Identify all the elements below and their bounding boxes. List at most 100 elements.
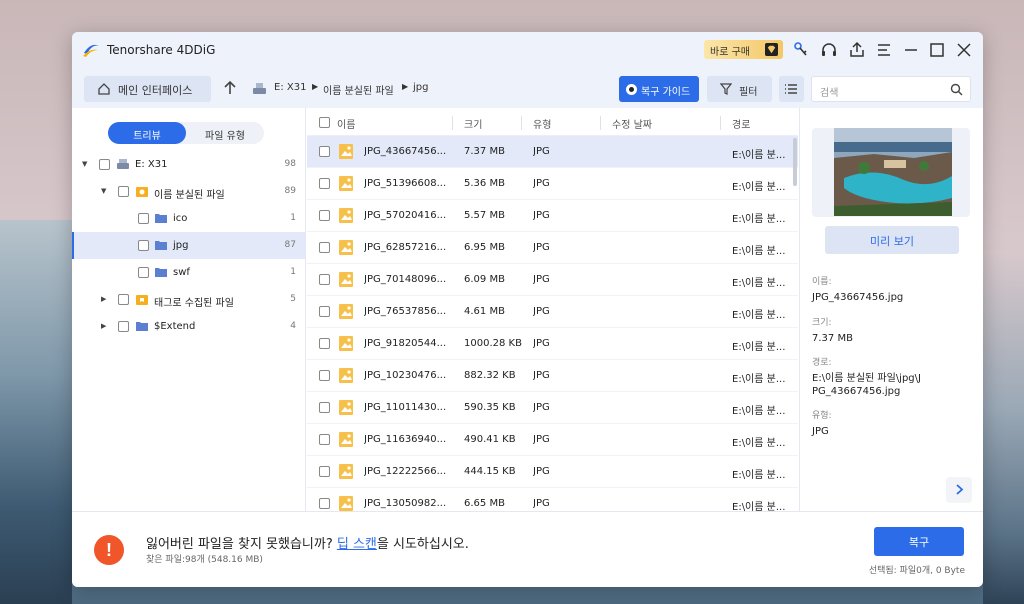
file-row[interactable]: JPG_10230476... 882.32 KB JPG E:\이름 분... — [307, 360, 798, 392]
tree-item-extend[interactable]: ▶ $Extend 4 — [72, 313, 306, 340]
main-interface-button[interactable]: 메인 인터페이스 — [84, 76, 211, 102]
search-icon[interactable] — [950, 83, 963, 96]
deep-scan-link[interactable]: 딥 스캔 — [337, 537, 377, 552]
up-arrow-icon[interactable] — [222, 80, 238, 96]
recovery-guide-label: 복구 가이드 — [641, 87, 691, 98]
tree-item-swf[interactable]: swf 1 — [72, 259, 306, 286]
next-file-button[interactable] — [946, 477, 972, 503]
tree-item-tagged-files[interactable]: ▶ 태그로 수집된 파일 5 — [72, 286, 306, 313]
tree-sidebar: 트리뷰 파일 유형 ▼ E: X31 98 ▼ 이름 분실된 파일 89 ico… — [72, 108, 306, 511]
key-icon[interactable] — [792, 41, 810, 59]
file-checkbox[interactable] — [319, 274, 330, 285]
tree-item-label: ico — [173, 213, 188, 224]
folder-icon — [155, 214, 167, 223]
tree-item-label: 태그로 수집된 파일 — [154, 298, 234, 309]
close-icon[interactable] — [955, 41, 973, 59]
file-size: 590.35 KB — [464, 402, 516, 413]
list-view-button[interactable] — [779, 76, 804, 102]
navigation-toolbar: 메인 인터페이스 E: X31 ▶ 이름 분실된 파일 ▶ jpg 복구 가이드… — [72, 70, 983, 108]
column-size[interactable]: 크기 — [464, 116, 482, 131]
tree-item-label: E: X31 — [135, 159, 168, 170]
tab-tree-view[interactable]: 트리뷰 — [108, 122, 186, 144]
tree-checkbox[interactable] — [99, 159, 110, 170]
filter-button[interactable]: 필터 — [707, 76, 772, 102]
expand-arrow-icon[interactable]: ▶ — [101, 295, 109, 303]
file-checkbox[interactable] — [319, 210, 330, 221]
file-checkbox[interactable] — [319, 178, 330, 189]
file-checkbox[interactable] — [319, 370, 330, 381]
file-row[interactable]: JPG_76537856... 4.61 MB JPG E:\이름 분... — [307, 296, 798, 328]
maximize-icon[interactable] — [928, 41, 946, 59]
file-name: JPG_57020416... — [364, 210, 447, 221]
collapse-arrow-icon[interactable]: ▼ — [101, 187, 109, 195]
minimize-icon[interactable] — [902, 41, 920, 59]
preview-button[interactable]: 미리 보기 — [825, 226, 959, 254]
file-row[interactable]: JPG_13050982... 6.65 MB JPG E:\이름 분... — [307, 488, 798, 511]
file-path: E:\이름 분... — [732, 406, 786, 417]
warning-icon: ! — [94, 535, 124, 565]
share-icon[interactable] — [848, 41, 866, 59]
tree-checkbox[interactable] — [118, 294, 129, 305]
file-type: JPG — [533, 434, 550, 445]
chevron-right-icon — [956, 484, 964, 495]
file-checkbox[interactable] — [319, 242, 330, 253]
tree-item-lost-files[interactable]: ▼ 이름 분실된 파일 89 — [72, 178, 306, 205]
file-checkbox[interactable] — [319, 466, 330, 477]
image-file-icon — [339, 496, 353, 511]
column-type[interactable]: 유형 — [533, 116, 551, 131]
tree-checkbox[interactable] — [118, 321, 129, 332]
buy-now-button[interactable]: 바로 구매 — [704, 40, 783, 59]
expand-arrow-icon[interactable]: ▶ — [101, 322, 109, 330]
vertical-scrollbar[interactable] — [793, 138, 797, 186]
file-checkbox[interactable] — [319, 338, 330, 349]
tree-checkbox[interactable] — [138, 267, 149, 278]
file-row[interactable]: JPG_51396608... 5.36 MB JPG E:\이름 분... — [307, 168, 798, 200]
file-name: JPG_91820544... — [364, 338, 447, 349]
diamond-icon — [765, 43, 778, 56]
recover-button[interactable]: 복구 — [874, 527, 964, 556]
file-size: 490.41 KB — [464, 434, 516, 445]
file-row[interactable]: JPG_11011430... 590.35 KB JPG E:\이름 분... — [307, 392, 798, 424]
tree-item-count: 5 — [290, 294, 296, 304]
column-name[interactable]: 이름 — [337, 116, 355, 131]
file-row[interactable]: JPG_91820544... 1000.28 KB JPG E:\이름 분... — [307, 328, 798, 360]
file-row[interactable]: JPG_12222566... 444.15 KB JPG E:\이름 분... — [307, 456, 798, 488]
status-bar: ! 잃어버린 파일을 찾지 못했습니까? 딥 스캔을 시도하십시오. 찾은 파일… — [72, 511, 983, 587]
column-path[interactable]: 경로 — [732, 116, 750, 131]
breadcrumb-lost-files[interactable]: 이름 분실된 파일 — [323, 82, 394, 97]
file-path: E:\이름 분... — [732, 278, 786, 289]
menu-icon[interactable] — [875, 41, 893, 59]
tab-file-type[interactable]: 파일 유형 — [186, 122, 264, 144]
select-all-checkbox[interactable] — [319, 117, 330, 128]
filter-label: 필터 — [739, 87, 758, 98]
file-checkbox[interactable] — [319, 306, 330, 317]
file-checkbox[interactable] — [319, 498, 330, 509]
collapse-arrow-icon[interactable]: ▼ — [82, 160, 90, 168]
search-input[interactable]: 검색 — [811, 76, 971, 102]
breadcrumb-jpg[interactable]: jpg — [413, 82, 428, 93]
file-name: JPG_70148096... — [364, 274, 447, 285]
file-row[interactable]: JPG_57020416... 5.57 MB JPG E:\이름 분... — [307, 200, 798, 232]
folder-icon — [136, 322, 148, 331]
headset-icon[interactable] — [820, 41, 838, 59]
file-checkbox[interactable] — [319, 434, 330, 445]
file-size: 6.95 MB — [464, 242, 505, 253]
breadcrumb-separator-icon: ▶ — [402, 82, 409, 91]
file-row[interactable]: JPG_70148096... 6.09 MB JPG E:\이름 분... — [307, 264, 798, 296]
tree-checkbox[interactable] — [138, 240, 149, 251]
file-row[interactable]: JPG_62857216... 6.95 MB JPG E:\이름 분... — [307, 232, 798, 264]
tree-item-jpg[interactable]: jpg 87 — [72, 232, 306, 259]
tree-checkbox[interactable] — [118, 186, 129, 197]
selection-summary: 선택됨: 파일0개, 0 Byte — [868, 566, 965, 576]
breadcrumb-drive[interactable]: E: X31 — [274, 82, 306, 93]
tree-item-drive[interactable]: ▼ E: X31 98 — [72, 151, 306, 178]
file-row[interactable]: JPG_43667456... 7.37 MB JPG E:\이름 분... — [307, 136, 798, 168]
tree-item-ico[interactable]: ico 1 — [72, 205, 306, 232]
tree-checkbox[interactable] — [138, 213, 149, 224]
type-label: 유형: — [812, 411, 832, 421]
file-checkbox[interactable] — [319, 146, 330, 157]
file-checkbox[interactable] — [319, 402, 330, 413]
column-modified-date[interactable]: 수정 날짜 — [612, 116, 652, 131]
file-row[interactable]: JPG_11636940... 490.41 KB JPG E:\이름 분... — [307, 424, 798, 456]
recovery-guide-button[interactable]: 복구 가이드 — [619, 76, 699, 102]
